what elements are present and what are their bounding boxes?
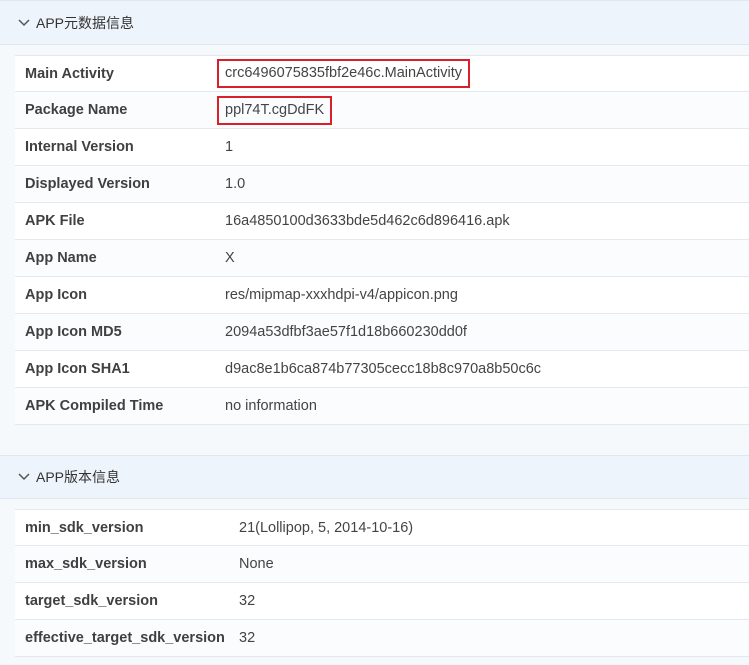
row-value: 32 [239,630,256,646]
row-key: App Icon SHA1 [25,361,130,377]
app-version-panel: min_sdk_version 21(Lollipop, 5, 2014-10-… [0,499,749,665]
row-key: min_sdk_version [25,519,144,536]
app-meta-section-title: APP元数据信息 [36,14,135,31]
app-meta-table: Main Activity crc6496075835fbf2e46c.Main… [15,55,749,425]
table-row: App Icon res/mipmap-xxxhdpi-v4/appicon.p… [15,277,749,314]
table-row: target_sdk_version 32 [15,583,749,620]
row-key: effective_target_sdk_version [25,630,225,646]
row-value: crc6496075835fbf2e46c.MainActivity [217,59,470,88]
table-row: Internal Version 1 [15,129,749,166]
table-row: App Icon SHA1 d9ac8e1b6ca874b77305cecc18… [15,351,749,388]
row-value: 21(Lollipop, 5, 2014-10-16) [239,519,414,536]
row-key: APK Compiled Time [25,398,164,414]
app-meta-panel: Main Activity crc6496075835fbf2e46c.Main… [0,45,749,455]
row-key: Main Activity [25,65,114,82]
row-value: 1.0 [225,176,246,192]
table-row: Displayed Version 1.0 [15,166,749,203]
row-key: max_sdk_version [25,556,147,572]
table-row: App Icon MD5 2094a53dfbf3ae57f1d18b66023… [15,314,749,351]
app-meta-section-header[interactable]: APP元数据信息 [0,0,749,45]
highlight-box: crc6496075835fbf2e46c.MainActivity [217,59,470,88]
table-row: Main Activity crc6496075835fbf2e46c.Main… [15,55,749,92]
row-key: target_sdk_version [25,593,158,609]
row-key: App Icon [25,287,88,303]
table-row: APK Compiled Time no information [15,388,749,425]
row-value: ppl74T.cgDdFK [217,95,333,125]
row-value: 32 [239,593,256,609]
row-value: res/mipmap-xxxhdpi-v4/appicon.png [225,287,458,303]
row-key: Displayed Version [25,176,150,192]
app-version-section-title: APP版本信息 [36,469,121,485]
chevron-down-icon[interactable] [17,470,31,484]
row-key: APK File [25,213,85,229]
highlight-box: ppl74T.cgDdFK [217,95,333,125]
row-value: d9ac8e1b6ca874b77305cecc18b8c970a8b50c6c [225,361,542,377]
table-row: effective_target_sdk_version 32 [15,620,749,657]
chevron-down-icon[interactable] [17,16,31,30]
row-key: App Icon MD5 [25,324,122,340]
row-key: Package Name [25,102,128,118]
row-key: Internal Version [25,139,134,155]
table-row: Package Name ppl74T.cgDdFK [15,92,749,129]
app-version-table: min_sdk_version 21(Lollipop, 5, 2014-10-… [15,509,749,657]
row-value: None [239,556,274,572]
row-value: 2094a53dfbf3ae57f1d18b660230dd0f [225,324,467,340]
table-row: min_sdk_version 21(Lollipop, 5, 2014-10-… [15,509,749,546]
row-value: X [225,250,235,266]
row-value: 16a4850100d3633bde5d462c6d896416.apk [225,213,510,229]
table-row: max_sdk_version None [15,546,749,583]
row-key: App Name [25,250,97,266]
row-value: 1 [225,139,234,155]
row-value: no information [225,398,317,414]
app-version-section-header[interactable]: APP版本信息 [0,455,749,499]
table-row: App Name X [15,240,749,277]
table-row: APK File 16a4850100d3633bde5d462c6d89641… [15,203,749,240]
